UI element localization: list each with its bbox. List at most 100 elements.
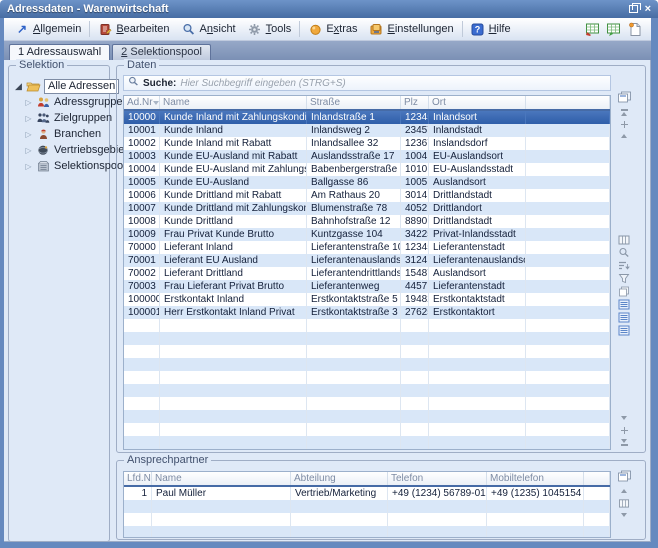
table-cell: [526, 189, 610, 202]
column-header[interactable]: [584, 472, 610, 485]
table-row[interactable]: [124, 449, 610, 450]
column-header[interactable]: Telefon: [388, 472, 487, 485]
table-row[interactable]: [124, 500, 610, 513]
table-cell: Inlandsallee 32: [307, 137, 401, 150]
menu-allgemein[interactable]: ↗ Allgemein: [9, 21, 87, 38]
table-row[interactable]: 10004Kunde EU-Ausland mit Zahlungskondti…: [124, 163, 610, 176]
column-header[interactable]: Name: [160, 96, 307, 109]
filter-icon[interactable]: [618, 273, 630, 284]
column-header[interactable]: Straße: [307, 96, 401, 109]
table-cell: Kunde Inland mit Rabatt: [160, 137, 307, 150]
menu-bearbeiten[interactable]: Bearbeiten: [92, 21, 175, 38]
column-header[interactable]: Mobiltelefon: [487, 472, 584, 485]
table-row[interactable]: [124, 371, 610, 384]
tree-item-zielgruppen[interactable]: ▷ Zielgruppen: [14, 110, 107, 126]
table-cell: [160, 436, 307, 449]
table-row[interactable]: [124, 332, 610, 345]
table-row[interactable]: 100001Herr Erstkontakt Inland PrivatErst…: [124, 306, 610, 319]
table-row[interactable]: 10007Kunde Drittland mit Zahlungskonditi…: [124, 202, 610, 215]
tree-item-alle-adressen[interactable]: ◢ Alle Adressen: [14, 78, 107, 94]
tab-selektionspool[interactable]: 2 Selektionspool: [112, 44, 211, 60]
contacts-table[interactable]: Lfd.Nr.NameAbteilungTelefonMobiltelefon 1…: [123, 471, 611, 538]
menu-hilfe[interactable]: ? Hilfe: [465, 21, 517, 38]
scroll-up-icon[interactable]: [621, 131, 627, 141]
expand-icon[interactable]: ▷: [24, 146, 33, 155]
table-row[interactable]: [124, 410, 610, 423]
table-row[interactable]: 70001Lieferant EU AuslandLieferantenausl…: [124, 254, 610, 267]
tab-adressauswahl[interactable]: 1 Adressauswahl: [9, 44, 110, 60]
scroll-up-icon[interactable]: [621, 486, 627, 496]
table-cell: [124, 513, 152, 526]
expand-icon[interactable]: ▷: [24, 162, 33, 171]
table-row[interactable]: 10002Kunde Inland mit RabattInlandsallee…: [124, 137, 610, 150]
table-row[interactable]: 10003Kunde EU-Ausland mit RabattAuslands…: [124, 150, 610, 163]
table-cell: [526, 410, 610, 423]
table-row[interactable]: 10000Kunde Inland mit Zahlungskondition …: [124, 111, 610, 124]
layout-list-icon[interactable]: [618, 299, 630, 310]
table-row[interactable]: 70003Frau Lieferant Privat BruttoLiefera…: [124, 280, 610, 293]
expand-icon[interactable]: ▷: [24, 114, 33, 123]
tree-item-label: Alle Adressen: [44, 79, 119, 94]
menu-tools[interactable]: Tools: [242, 21, 298, 38]
move-icon[interactable]: [621, 119, 628, 129]
address-table[interactable]: Ad.NrNameStraßePlzOrt 10000Kunde Inland m…: [123, 95, 611, 450]
table-row[interactable]: 1Paul MüllerVertrieb/Marketing+49 (1234)…: [124, 487, 610, 500]
table-row[interactable]: [124, 319, 610, 332]
table-row[interactable]: 10001Kunde InlandInlandsweg 223457Inland…: [124, 124, 610, 137]
tree-item-branchen[interactable]: ▷ Branchen: [14, 126, 107, 142]
copy-icon[interactable]: [618, 286, 630, 297]
table-row[interactable]: [124, 358, 610, 371]
table-row[interactable]: [124, 513, 610, 526]
column-header[interactable]: Ort: [429, 96, 526, 109]
column-header[interactable]: Abteilung: [291, 472, 388, 485]
table-row[interactable]: 10005Kunde EU-AuslandBallgasse 861005Aus…: [124, 176, 610, 189]
table-cell: [124, 436, 160, 449]
column-header[interactable]: Ad.Nr: [124, 96, 160, 109]
tree-item-vertriebsgebiete[interactable]: ▷ Vertriebsgebiete: [14, 142, 107, 158]
menu-einstellungen[interactable]: Einstellungen: [364, 21, 460, 38]
table-row[interactable]: 10006Kunde Drittland mit RabattAm Rathau…: [124, 189, 610, 202]
grid-export-icon[interactable]: [585, 22, 601, 37]
grid-import-icon[interactable]: [606, 22, 622, 37]
table-row[interactable]: 70000Lieferant InlandLieferantenstraße 1…: [124, 241, 610, 254]
card-view-icon[interactable]: [618, 234, 630, 245]
column-header[interactable]: Lfd.Nr.: [124, 472, 152, 485]
column-header[interactable]: [526, 96, 610, 109]
restore-icon: [629, 5, 638, 13]
table-row[interactable]: [124, 526, 610, 538]
card-view-icon[interactable]: [618, 498, 630, 508]
sort-icon[interactable]: [618, 260, 630, 271]
restore-button[interactable]: [629, 0, 638, 18]
table-row[interactable]: [124, 423, 610, 436]
table-row[interactable]: [124, 345, 610, 358]
close-button[interactable]: ×: [645, 4, 651, 14]
move-icon[interactable]: [621, 425, 628, 435]
collapse-icon[interactable]: ◢: [14, 81, 23, 92]
layout-list-icon[interactable]: [618, 325, 630, 336]
table-row[interactable]: 10009Frau Privat Kunde BruttoKuntzgasse …: [124, 228, 610, 241]
expand-icon[interactable]: ▷: [24, 98, 33, 107]
table-row[interactable]: [124, 397, 610, 410]
column-chooser-icon[interactable]: [617, 90, 632, 102]
menu-extras[interactable]: Extras: [302, 21, 363, 38]
scroll-down-icon[interactable]: [621, 413, 627, 423]
scroll-bottom-icon[interactable]: [621, 437, 628, 447]
column-header[interactable]: Name: [152, 472, 291, 485]
menu-ansicht[interactable]: Ansicht: [176, 21, 242, 38]
column-header[interactable]: Plz: [401, 96, 429, 109]
expand-icon[interactable]: ▷: [24, 130, 33, 139]
zoom-icon[interactable]: [618, 247, 630, 258]
tree-item-adressgruppen[interactable]: ▷ Adressgruppen: [14, 94, 107, 110]
table-row[interactable]: 100000Erstkontakt InlandErstkontaktstraß…: [124, 293, 610, 306]
search-input[interactable]: [180, 78, 606, 89]
tree-item-selektionspools[interactable]: ▷ Selektionspools: [14, 158, 107, 174]
new-document-icon[interactable]: [627, 22, 643, 37]
layout-list-icon[interactable]: [618, 312, 630, 323]
table-row[interactable]: [124, 436, 610, 449]
column-chooser-icon[interactable]: [617, 469, 632, 481]
scroll-top-icon[interactable]: [621, 107, 628, 117]
table-row[interactable]: 10008Kunde DrittlandBahnhofstraße 128890…: [124, 215, 610, 228]
scroll-down-icon[interactable]: [621, 510, 627, 520]
table-row[interactable]: [124, 384, 610, 397]
table-row[interactable]: 70002Lieferant DrittlandLieferantendritt…: [124, 267, 610, 280]
